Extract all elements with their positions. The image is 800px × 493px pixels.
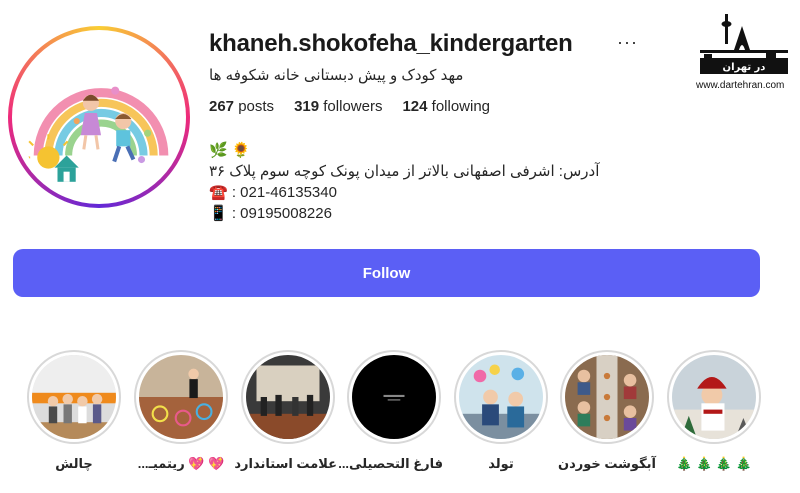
highlight-label: فارغ التحصیلی... [338, 456, 443, 471]
more-options-icon[interactable]: ··· [617, 32, 638, 53]
highlight-item[interactable]: فارغ التحصیلی... [338, 350, 443, 472]
watermark-name: در تهران [723, 62, 766, 73]
highlight-label: علامت استاندارد [234, 456, 337, 471]
highlight-item[interactable]: 💖 💖 ریتمیـ... [132, 350, 230, 472]
highlight-label: تولد [488, 456, 514, 471]
highlight-cover [32, 355, 116, 439]
highlight-cover [352, 355, 436, 439]
highlight-item[interactable]: تولد [452, 350, 550, 472]
highlight-ring [27, 350, 121, 444]
highlight-cover [565, 355, 649, 439]
follow-button[interactable]: Follow [13, 249, 760, 297]
highlight-label: 💖 💖 ریتمیـ... [137, 456, 225, 471]
highlight-ring [560, 350, 654, 444]
highlight-item[interactable]: 🎄 🎄 🎄 🎄 [665, 350, 763, 472]
highlight-label: آبگوشت خوردن [558, 456, 656, 471]
profile-avatar[interactable] [8, 26, 190, 208]
following-label: following [431, 98, 491, 115]
watermark-url: www.dartehran.com [696, 80, 785, 91]
profile-bio: 🌿 🌻 آدرس: اشرفی اصفهانی بالاتر از میدان … [209, 140, 599, 224]
followers-stat[interactable]: 319 followers [294, 98, 382, 115]
highlight-item[interactable]: آبگوشت خوردن [558, 350, 656, 472]
highlight-item[interactable]: چالش [25, 350, 123, 472]
posts-count: 267 [209, 98, 235, 115]
avatar-frame [12, 30, 186, 204]
posts-stat[interactable]: 267 posts [209, 98, 274, 115]
highlight-label: چالش [55, 456, 93, 471]
bio-phone: ☎️ : 021-46135340 [209, 184, 337, 201]
kindergarten-logo-illustration [18, 36, 180, 198]
bio-emoji-line: 🌿 🌻 [209, 142, 251, 159]
highlight-label: 🎄 🎄 🎄 🎄 [676, 456, 752, 471]
posts-label: posts [238, 98, 275, 115]
highlight-ring [454, 350, 548, 444]
highlight-ring [667, 350, 761, 444]
avatar-image [18, 36, 180, 198]
highlight-cover [459, 355, 543, 439]
followers-count: 319 [294, 98, 320, 115]
highlight-cover [246, 355, 330, 439]
highlight-ring [134, 350, 228, 444]
followers-label: followers [323, 98, 383, 115]
profile-full-name: مهد کودک و پیش دبستانی خانه شکوفه ها [209, 67, 464, 84]
highlight-cover [672, 355, 756, 439]
highlight-cover [139, 355, 223, 439]
bio-address: آدرس: اشرفی اصفهانی بالاتر از میدان پونک… [209, 163, 600, 180]
profile-stats: 267 posts 319 followers 124 following [209, 98, 490, 115]
highlight-item[interactable]: علامت استاندارد [234, 350, 337, 472]
highlight-ring [241, 350, 335, 444]
bio-mobile: 📱 : 09195008226 [209, 205, 332, 222]
following-count: 124 [402, 98, 428, 115]
following-stat[interactable]: 124 following [402, 98, 490, 115]
highlight-ring [347, 350, 441, 444]
profile-username: khaneh.shokofeha_kindergarten [209, 30, 573, 57]
